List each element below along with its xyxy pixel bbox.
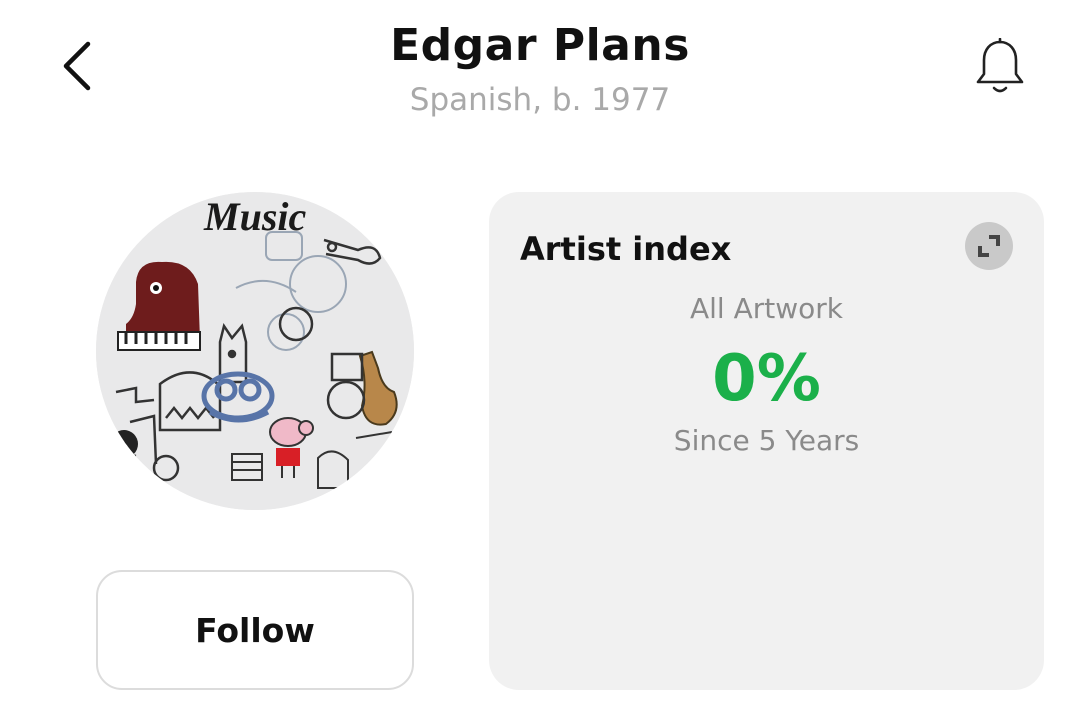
bell-icon [976, 38, 1024, 93]
index-value: 0% [712, 342, 821, 416]
artist-nationality: Spanish, b. 1977 [409, 82, 671, 118]
expand-icon [978, 235, 1000, 257]
index-period: Since 5 Years [673, 424, 860, 457]
follow-button[interactable]: Follow [96, 570, 414, 690]
artwork-thumbnail: Music [96, 192, 414, 510]
artist-page: Edgar Plans Spanish, b. 1977 Music Follo… [0, 0, 1080, 725]
notification-button[interactable] [966, 34, 1034, 102]
artist-index-card: Artist index All Artwork 0% Since 5 Year… [489, 192, 1044, 690]
artist-name: Edgar Plans [390, 20, 690, 71]
index-label: All Artwork [689, 292, 843, 325]
expand-button[interactable] [965, 222, 1013, 270]
artist-avatar[interactable]: Music [96, 192, 414, 510]
card-title: Artist index [520, 230, 732, 268]
